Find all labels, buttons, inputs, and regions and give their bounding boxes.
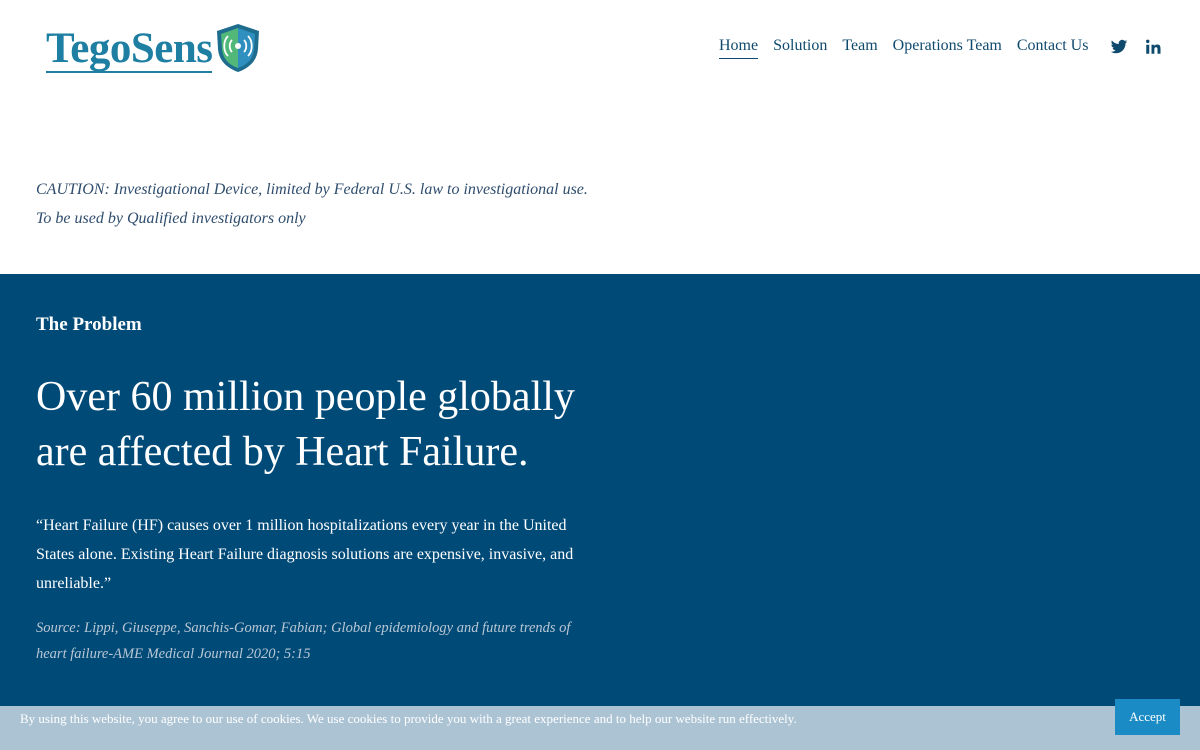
- problem-quote: “Heart Failure (HF) causes over 1 millio…: [36, 517, 574, 592]
- shield-signal-icon: [214, 22, 262, 79]
- section-label-prefix: The: [36, 314, 68, 335]
- problem-section: The Problem Over 60 million people globa…: [0, 274, 1200, 750]
- cookie-banner: By using this website, you agree to our …: [0, 699, 1200, 750]
- caution-notice: CAUTION: Investigational Device, limited…: [36, 181, 588, 227]
- social-links: [1110, 38, 1162, 56]
- page: TegoSens Home Solution Team Operations T…: [0, 0, 1200, 750]
- logo-link[interactable]: TegoSens: [46, 20, 262, 79]
- nav-contact-us[interactable]: Contact Us: [1017, 36, 1089, 59]
- linkedin-icon[interactable]: [1144, 38, 1162, 56]
- nav-team[interactable]: Team: [842, 36, 877, 59]
- site-header: TegoSens Home Solution Team Operations T…: [0, 0, 1200, 100]
- nav-operations-team[interactable]: Operations Team: [893, 36, 1002, 59]
- source-citation: Source: Lippi, Giuseppe, Sanchis-Gomar, …: [36, 620, 571, 662]
- accept-cookies-button[interactable]: Accept: [1115, 699, 1180, 735]
- logo-wordmark: TegoSens: [46, 24, 213, 73]
- twitter-icon[interactable]: [1110, 38, 1128, 56]
- nav-home[interactable]: Home: [719, 36, 759, 60]
- problem-headline: Over 60 million people globally are affe…: [36, 374, 575, 475]
- section-label-strong: Problem: [72, 314, 142, 335]
- cookie-text: By using this website, you agree to our …: [20, 711, 797, 726]
- nav-solution[interactable]: Solution: [773, 36, 827, 59]
- main-nav: Home Solution Team Operations Team Conta…: [719, 36, 1103, 60]
- section-label: The Problem: [36, 314, 142, 336]
